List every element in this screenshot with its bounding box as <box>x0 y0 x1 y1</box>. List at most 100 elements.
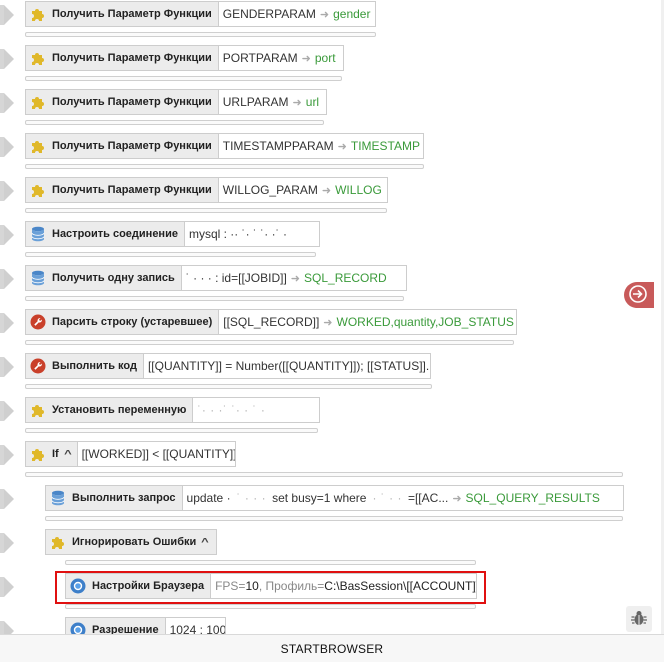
action-row[interactable]: Получить Параметр Функции WILLOG_PARAM ➜ W… <box>25 177 388 203</box>
connection-string: mysql : ·· ˙· ˙ ˙· ·˙ · <box>188 227 287 241</box>
action-name-label: Получить Параметр Функции <box>52 96 212 108</box>
puzzle-icon <box>30 446 46 462</box>
action-name-label: Получить Параметр Функции <box>52 184 212 196</box>
drag-handle[interactable] <box>0 225 14 245</box>
action-value[interactable]: [[QUANTITY]] = Number([[QUANTITY]]); [[S… <box>143 353 431 379</box>
action-name[interactable]: Игнорировать Ошибки ^ <box>45 529 218 555</box>
action-row[interactable]: Парсить строку (устаревшее) [[SQL_RECORD… <box>25 309 518 335</box>
row-separator-bar <box>25 164 424 169</box>
drag-handle[interactable] <box>0 93 14 113</box>
action-name-label: Получить Параметр Функции <box>52 8 212 20</box>
drag-handle[interactable] <box>0 357 14 377</box>
action-row[interactable]: Получить Параметр Функции TIMESTAMPPARAM… <box>25 133 424 159</box>
drag-handle[interactable] <box>0 49 14 69</box>
bug-icon <box>630 609 648 630</box>
wrench-icon <box>30 314 46 330</box>
arrow-right-icon: ➜ <box>301 52 311 65</box>
action-name[interactable]: Получить Параметр Функции <box>25 45 219 71</box>
action-value[interactable]: [[WORKED]] < [[QUANTITY]] <box>77 441 236 467</box>
chevron-up-icon[interactable]: ^ <box>64 449 72 460</box>
drag-handle[interactable] <box>0 181 14 201</box>
action-name[interactable]: Выполнить код <box>25 353 144 379</box>
source-variable: [[SQL_RECORD]] <box>223 315 320 329</box>
result-variable: SQL_QUERY_RESULTS <box>465 491 600 505</box>
action-name-label: Получить Параметр Функции <box>52 52 212 64</box>
drag-handle[interactable] <box>0 445 14 465</box>
puzzle-icon <box>30 94 46 110</box>
action-row[interactable]: Получить Параметр Функции URLPARAM ➜ url <box>25 89 327 115</box>
code-text: [[QUANTITY]] = Number([[QUANTITY]]); [[S… <box>147 359 431 373</box>
action-row[interactable]: Выполнить запрос update · ˙ · · · set busy… <box>45 485 624 511</box>
action-value[interactable]: ˙· · ·˙ ˙· · ˙ · <box>193 397 321 423</box>
action-value[interactable]: URLPARAM ➜ url <box>218 89 327 115</box>
action-row[interactable]: Игнорировать Ошибки ^ <box>45 529 218 555</box>
action-name[interactable]: Выполнить запрос <box>45 485 183 511</box>
row-separator-bar <box>25 120 324 125</box>
action-value[interactable]: GENDERPARAM ➜ gender <box>218 1 376 27</box>
drag-handle[interactable] <box>0 269 14 289</box>
action-value[interactable]: [[SQL_RECORD]] ➜ WORKED,quantity,JOB_STATU… <box>219 309 518 335</box>
action-name[interactable]: Получить Параметр Функции <box>25 1 219 27</box>
action-value[interactable]: PORTPARAM ➜ port <box>218 45 344 71</box>
logout-side-button[interactable] <box>624 282 654 308</box>
arrow-right-icon: ➜ <box>337 140 347 153</box>
param-name: TIMESTAMPPARAM <box>222 139 334 153</box>
row-separator-bar <box>25 472 623 477</box>
action-row[interactable]: Выполнить код [[QUANTITY]] = Number([[QU… <box>25 353 431 379</box>
result-variable: url <box>305 95 320 109</box>
database-icon <box>30 226 46 242</box>
param-name: URLPARAM <box>222 95 289 109</box>
result-variables: WORKED,quantity,JOB_STATUS <box>336 315 514 329</box>
drag-handle[interactable] <box>0 533 14 553</box>
drag-handle[interactable] <box>0 313 14 333</box>
action-name[interactable]: Получить Параметр Функции <box>25 133 219 159</box>
row-separator-bar <box>25 208 387 213</box>
action-name-label: Выполнить запрос <box>72 492 176 504</box>
action-row[interactable]: Установить переменную ˙· · ·˙ ˙· · ˙ · <box>25 397 321 423</box>
if-block-row[interactable]: If ^ [[WORKED]] < [[QUANTITY]] <box>25 441 236 467</box>
row-separator-bar <box>45 516 623 521</box>
drag-handle[interactable] <box>0 5 14 25</box>
action-name[interactable]: If ^ <box>25 441 78 467</box>
chevron-up-icon[interactable]: ^ <box>201 537 209 548</box>
action-row[interactable]: Получить Параметр Функции PORTPARAM ➜ port <box>25 45 344 71</box>
query-text-a: update · <box>186 491 231 505</box>
arrow-right-icon: ➜ <box>323 316 333 329</box>
action-name[interactable]: Настроить соединение <box>25 221 185 247</box>
action-value[interactable]: TIMESTAMPPARAM ➜ TIMESTAMP <box>218 133 424 159</box>
footer-status: STARTBROWSER <box>0 634 664 662</box>
action-name[interactable]: Парсить строку (устаревшее) <box>25 309 220 335</box>
action-row[interactable]: Настроить соединение mysql : ·· ˙· ˙ ˙· … <box>25 221 320 247</box>
bug-button[interactable] <box>626 606 652 632</box>
row-separator-bar <box>25 296 404 301</box>
action-value[interactable]: mysql : ·· ˙· ˙ ˙· ·˙ · <box>184 221 320 247</box>
arrow-right-icon: ➜ <box>452 492 462 505</box>
drag-handle[interactable] <box>0 137 14 157</box>
action-row[interactable]: Получить Параметр Функции GENDERPARAM ➜ ge… <box>25 1 376 27</box>
arrow-right-icon: ➜ <box>292 96 302 109</box>
database-icon <box>50 490 66 506</box>
script-editor: Получить Параметр Функции GENDERPARAM ➜ ge… <box>0 0 664 662</box>
drag-handle[interactable] <box>0 489 14 509</box>
database-icon <box>30 270 46 286</box>
action-row[interactable]: Получить одну запись ˙ · · · : id=[[JOBI… <box>25 265 407 291</box>
action-value[interactable]: WILLOG_PARAM ➜ WILLOG <box>218 177 388 203</box>
action-value[interactable]: update · ˙ · · · set busy=1 where · ˙ · · =[… <box>182 485 624 511</box>
result-variable: WILLOG <box>335 183 382 197</box>
action-name-label: If <box>52 448 59 460</box>
drag-handle[interactable] <box>0 401 14 421</box>
action-name-label: Установить переменную <box>52 404 187 416</box>
action-value[interactable]: ˙ · · · : id=[[JOBID]] ➜ SQL_RECORD <box>181 265 407 291</box>
wrench-icon <box>30 358 46 374</box>
action-name-label: Получить Параметр Функции <box>52 140 212 152</box>
puzzle-icon <box>30 6 46 22</box>
action-name[interactable]: Получить Параметр Функции <box>25 177 219 203</box>
action-name-label: Выполнить код <box>52 360 137 372</box>
query-text-c: =[[AC... <box>407 491 449 505</box>
action-name[interactable]: Установить переменную <box>25 397 194 423</box>
param-name: GENDERPARAM <box>222 7 316 21</box>
action-name-label: Получить одну запись <box>52 272 175 284</box>
action-name[interactable]: Получить Параметр Функции <box>25 89 219 115</box>
action-name[interactable]: Получить одну запись <box>25 265 182 291</box>
drag-handle[interactable] <box>0 577 14 597</box>
